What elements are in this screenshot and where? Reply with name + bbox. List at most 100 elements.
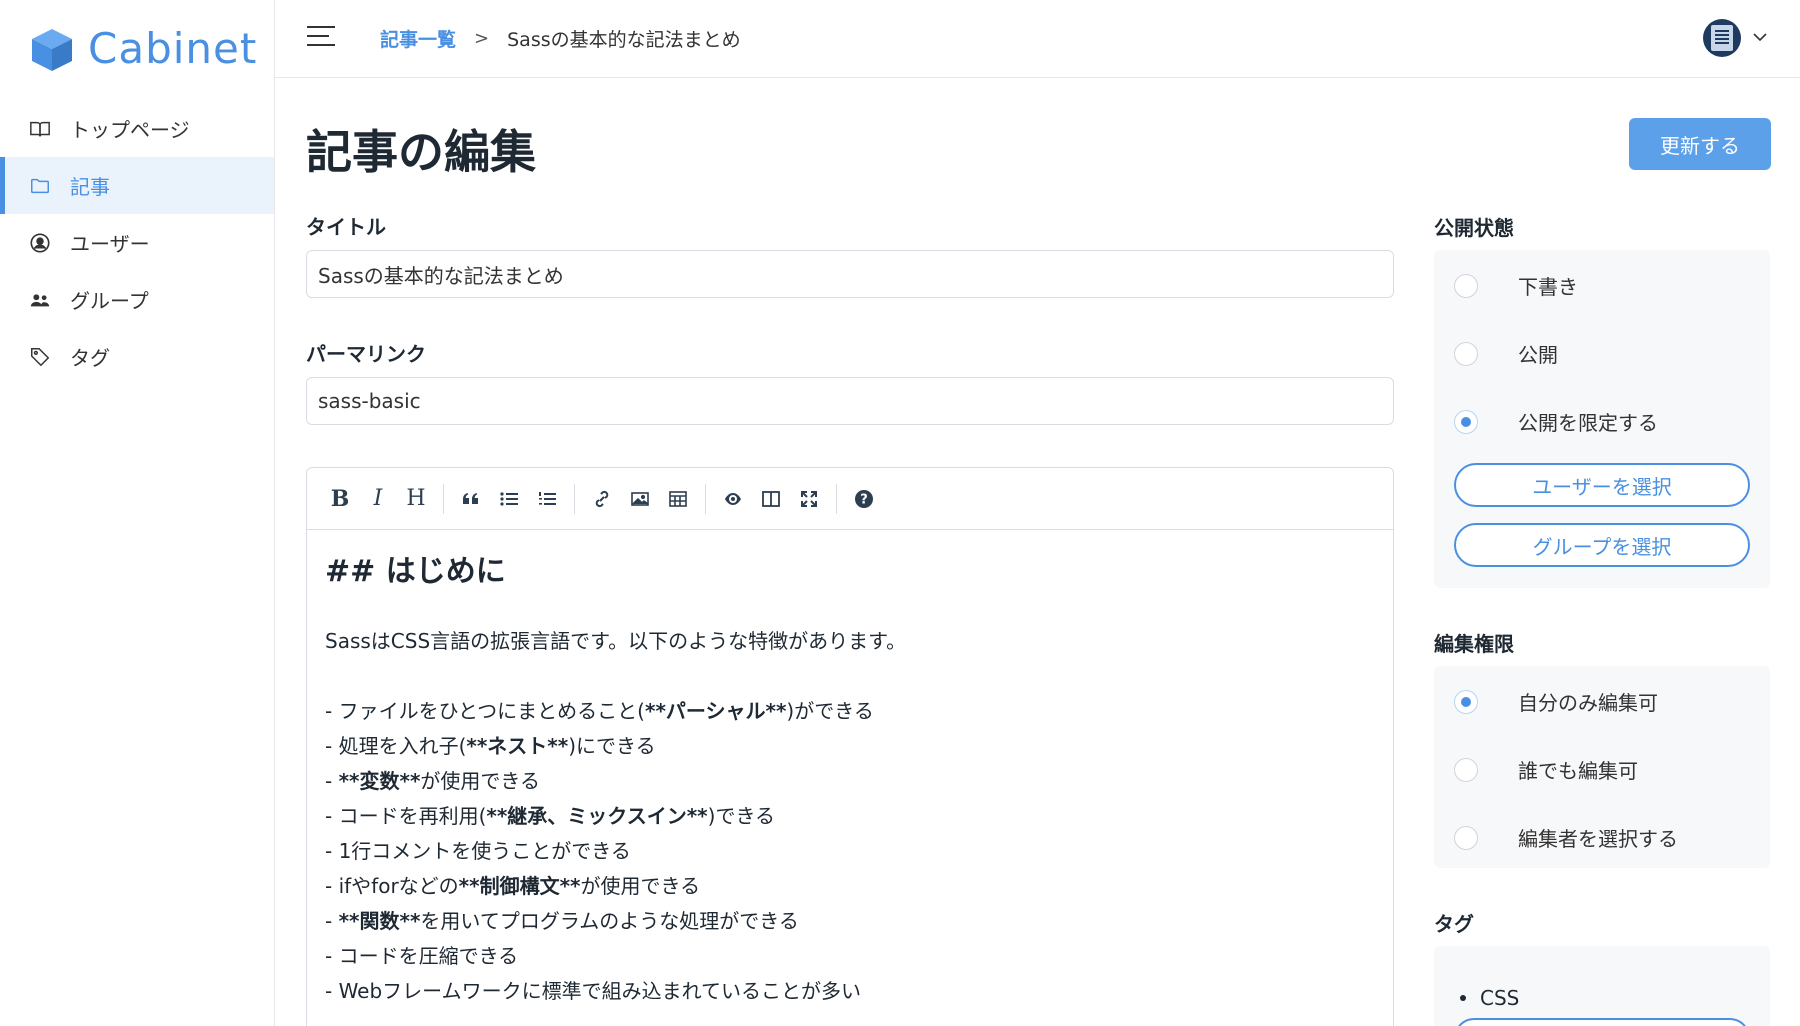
- editor-line: - ファイルをひとつにまとめること(**パーシャル**)ができる: [325, 694, 1375, 729]
- breadcrumb-current: Sassの基本的な記法まとめ: [507, 29, 741, 51]
- editor-line-bold: **ネスト**: [466, 734, 569, 758]
- editor-line-text: )できる: [707, 804, 776, 828]
- top-bar: 記事一覧 > Sassの基本的な記法まとめ: [275, 0, 1800, 78]
- breadcrumb-articles-link[interactable]: 記事一覧: [380, 25, 456, 52]
- table-icon[interactable]: [659, 480, 697, 518]
- page-title: 記事の編集: [306, 125, 536, 179]
- radio-circle[interactable]: [1454, 409, 1478, 434]
- radio-circle[interactable]: [1454, 825, 1478, 850]
- radio-label: 誰でも編集可: [1518, 759, 1638, 783]
- editor-line: - **変数**が使用できる: [325, 764, 1375, 799]
- select-group-button[interactable]: グループを選択: [1454, 523, 1750, 567]
- sidebar-item-label: 記事: [70, 175, 110, 199]
- sidebar-item-groups[interactable]: グループ: [0, 271, 274, 328]
- radio-label: 公開: [1518, 343, 1558, 367]
- editor-line-text: が使用できる: [580, 874, 701, 898]
- radio-draft[interactable]: 下書き: [1454, 271, 1578, 300]
- users-icon: [28, 288, 52, 312]
- tag-label: CSS: [1480, 986, 1520, 1010]
- title-label: タイトル: [306, 215, 386, 239]
- heading-button[interactable]: H: [397, 480, 435, 518]
- columns-icon[interactable]: [752, 480, 790, 518]
- radio-select-editor[interactable]: 編集者を選択する: [1454, 823, 1678, 852]
- radio-self-only[interactable]: 自分のみ編集可: [1454, 687, 1658, 716]
- menu-icon[interactable]: [307, 26, 335, 52]
- editor-line-text: - 1行コメントを使うことができる: [325, 839, 631, 863]
- book-icon: [28, 117, 52, 141]
- radio-label: 下書き: [1518, 275, 1578, 299]
- publish-status-label: 公開状態: [1434, 216, 1514, 240]
- editor-line-text: -: [325, 909, 339, 933]
- sidebar-item-tags[interactable]: タグ: [0, 328, 274, 385]
- editor-line-bold: **変数**: [338, 769, 421, 793]
- tag-item[interactable]: CSS: [1460, 986, 1519, 1010]
- quote-icon[interactable]: [452, 480, 490, 518]
- radio-circle[interactable]: [1454, 341, 1478, 366]
- toolbar-divider: [705, 483, 706, 514]
- unordered-list-icon[interactable]: [490, 480, 528, 518]
- radio-anyone[interactable]: 誰でも編集可: [1454, 755, 1638, 784]
- logo-text: Cabinet: [88, 24, 258, 73]
- editor-line-text: - ファイルをひとつにまとめること(: [325, 699, 645, 723]
- link-icon[interactable]: [583, 480, 621, 518]
- tags-label: タグ: [1434, 912, 1474, 936]
- sidebar-item-label: グループ: [70, 289, 149, 313]
- sidebar-item-top[interactable]: トップページ: [0, 100, 274, 157]
- add-tag-button[interactable]: [1454, 1018, 1750, 1026]
- editor-line-bold: **パーシャル**: [644, 699, 787, 723]
- radio-label: 公開を限定する: [1518, 411, 1658, 435]
- image-icon[interactable]: [621, 480, 659, 518]
- folder-icon: [28, 174, 52, 198]
- sidebar-item-articles[interactable]: 記事: [0, 157, 274, 214]
- permalink-label: パーマリンク: [306, 342, 426, 366]
- editor-line: - コードを圧縮できる: [325, 939, 1375, 974]
- radio-limited[interactable]: 公開を限定する: [1454, 407, 1658, 436]
- title-input[interactable]: [306, 250, 1394, 298]
- markdown-editor: B I H ? ## はじめに SassはCSS言語の拡張言語です。以下のような…: [306, 467, 1394, 1026]
- editor-list: - ファイルをひとつにまとめること(**パーシャル**)ができる - 処理を入れ子…: [325, 694, 1375, 1009]
- chevron-down-icon[interactable]: [1751, 28, 1769, 46]
- sidebar-item-users[interactable]: ユーザー: [0, 214, 274, 271]
- radio-circle[interactable]: [1454, 689, 1478, 714]
- editor-line-text: を用いてプログラムのような処理ができる: [420, 909, 799, 933]
- editor-line-text: - 処理を入れ子(: [325, 734, 467, 758]
- sidebar-item-label: タグ: [70, 346, 110, 370]
- editor-line-text: - ifやforなどの: [325, 874, 459, 898]
- editor-toolbar: B I H ?: [307, 468, 1393, 530]
- editor-intro: SassはCSS言語の拡張言語です。以下のような特徴があります。: [325, 629, 907, 653]
- select-user-button[interactable]: ユーザーを選択: [1454, 463, 1750, 507]
- radio-public[interactable]: 公開: [1454, 339, 1558, 368]
- italic-button[interactable]: I: [359, 480, 397, 518]
- avatar-icon[interactable]: [1703, 19, 1741, 57]
- update-button[interactable]: 更新する: [1629, 118, 1771, 170]
- help-icon[interactable]: ?: [845, 480, 883, 518]
- editor-line: - コードを再利用(**継承、ミックスイン**)できる: [325, 799, 1375, 834]
- radio-circle[interactable]: [1454, 757, 1478, 782]
- editor-content[interactable]: ## はじめに SassはCSS言語の拡張言語です。以下のような特徴があります。…: [307, 530, 1393, 1026]
- toolbar-divider: [836, 483, 837, 514]
- eye-icon[interactable]: [714, 480, 752, 518]
- editor-line: - Webフレームワークに標準で組み込まれていることが多い: [325, 974, 1375, 1009]
- editor-line-text: - Webフレームワークに標準で組み込まれていることが多い: [325, 979, 861, 1003]
- editor-line: - 処理を入れ子(**ネスト**)にできる: [325, 729, 1375, 764]
- chevron-right-icon: >: [474, 28, 490, 49]
- editor-line: - 1行コメントを使うことができる: [325, 834, 1375, 869]
- editor-line-text: が使用できる: [420, 769, 541, 793]
- tags-panel: CSS: [1434, 946, 1770, 1026]
- toolbar-divider: [574, 483, 575, 514]
- editor-line-text: )にできる: [568, 734, 656, 758]
- sidebar: Cabinet トップページ 記事 ユーザー グループ タグ: [0, 0, 275, 1026]
- fullscreen-icon[interactable]: [790, 480, 828, 518]
- sidebar-nav: トップページ 記事 ユーザー グループ タグ: [0, 100, 274, 385]
- ordered-list-icon[interactable]: [528, 480, 566, 518]
- editor-line-text: - コードを再利用(: [325, 804, 487, 828]
- radio-label: 編集者を選択する: [1518, 827, 1678, 851]
- cube-logo-icon: [32, 28, 72, 71]
- permalink-input[interactable]: [306, 377, 1394, 425]
- logo[interactable]: Cabinet: [28, 24, 257, 73]
- bullet-icon: [1460, 995, 1466, 1001]
- edit-permission-panel: 自分のみ編集可 誰でも編集可 編集者を選択する: [1434, 666, 1770, 868]
- radio-circle[interactable]: [1454, 273, 1478, 298]
- editor-line-text: )ができる: [786, 699, 874, 723]
- bold-button[interactable]: B: [321, 480, 359, 518]
